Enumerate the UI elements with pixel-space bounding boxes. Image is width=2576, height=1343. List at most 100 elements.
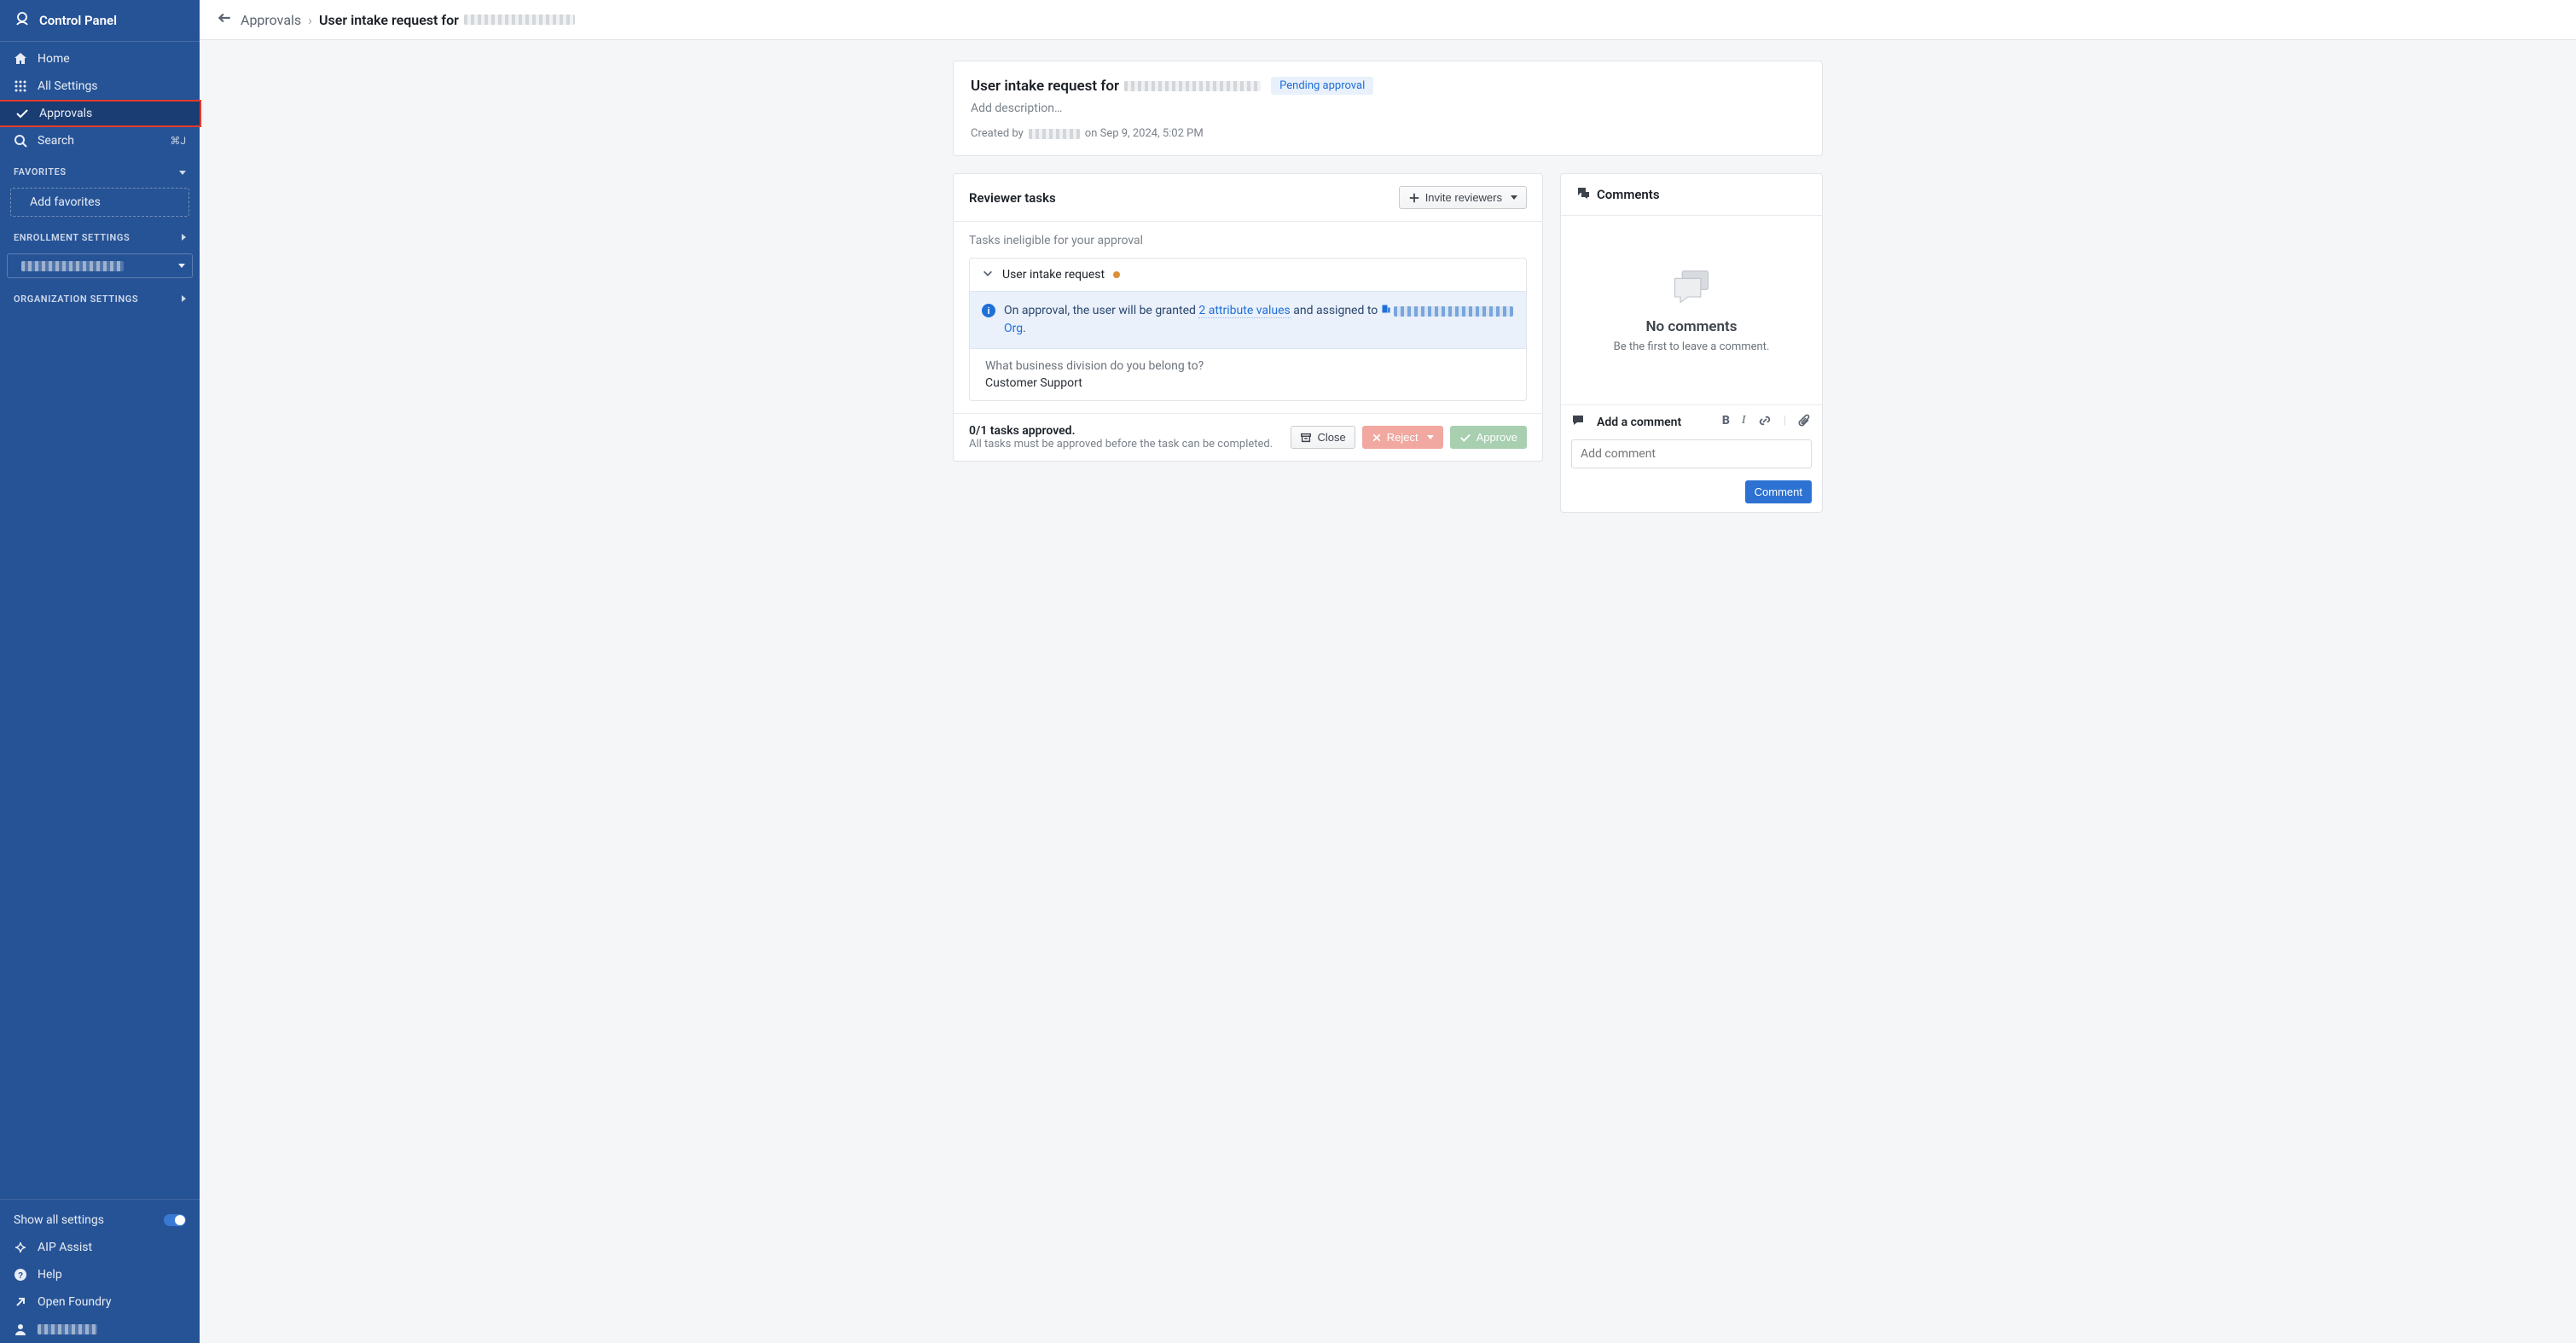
nav-open-foundry[interactable]: Open Foundry xyxy=(0,1288,200,1316)
enrollment-title: ENROLLMENT SETTINGS xyxy=(14,232,130,243)
reject-label: Reject xyxy=(1387,431,1419,444)
add-comment-label: Add a comment xyxy=(1597,416,1681,429)
help-icon: ? xyxy=(14,1268,27,1282)
brand: Control Panel xyxy=(0,0,200,42)
reject-button[interactable]: Reject xyxy=(1362,426,1443,449)
nav-user[interactable] xyxy=(0,1316,200,1343)
created-user-redacted xyxy=(1029,129,1080,139)
plus-icon xyxy=(1408,192,1420,204)
nav-home-label: Home xyxy=(38,52,70,66)
attachment-icon[interactable] xyxy=(1798,414,1812,431)
comments-empty-sub: Be the first to leave a comment. xyxy=(1614,340,1770,353)
add-favorites-label: Add favorites xyxy=(30,195,101,209)
nav-search-label: Search xyxy=(38,134,74,148)
nav-all-settings[interactable]: All Settings xyxy=(0,73,200,100)
comments-card: Comments No comments Be the first to lea… xyxy=(1560,173,1823,513)
nav-search[interactable]: Search ⌘J xyxy=(0,127,200,154)
nav-approvals[interactable]: Approvals xyxy=(0,100,201,127)
org-selector-label-redacted xyxy=(21,261,124,271)
approved-sub: All tasks must be approved before the ta… xyxy=(969,438,1273,451)
page-title: User intake request for xyxy=(971,78,1261,95)
banner-prefix: On approval, the user will be granted xyxy=(1004,304,1196,317)
comments-empty-icon xyxy=(1669,267,1714,308)
chevron-down-icon xyxy=(1511,195,1517,200)
status-badge: Pending approval xyxy=(1271,77,1373,95)
info-icon: i xyxy=(982,304,995,338)
comments-header: Comments xyxy=(1561,174,1822,216)
attribute-values-link[interactable]: 2 attribute values xyxy=(1198,304,1290,318)
comment-submit-button[interactable]: Comment xyxy=(1745,480,1812,503)
main: Approvals › User intake request for User… xyxy=(200,0,2576,1343)
breadcrumb: Approvals › User intake request for xyxy=(241,12,575,28)
task-info-banner: i On approval, the user will be granted … xyxy=(970,291,1526,349)
nav-approvals-label: Approvals xyxy=(39,107,92,120)
chevron-down-icon xyxy=(1427,435,1434,439)
task-footer: 0/1 tasks approved. All tasks must be ap… xyxy=(954,413,1542,461)
approved-status: 0/1 tasks approved. xyxy=(969,424,1076,438)
comments-icon xyxy=(1576,186,1590,203)
page-title-redacted xyxy=(1124,81,1261,91)
ineligible-label: Tasks ineligible for your approval xyxy=(969,234,1527,247)
organization-header[interactable]: ORGANIZATION SETTINGS xyxy=(0,282,200,311)
breadcrumb-approvals[interactable]: Approvals xyxy=(241,12,301,28)
bold-icon[interactable]: B xyxy=(1722,414,1730,431)
show-all-settings-row: Show all settings i xyxy=(0,1206,200,1234)
enrollment-header[interactable]: ENROLLMENT SETTINGS xyxy=(0,220,200,250)
nav-search-shortcut: ⌘J xyxy=(170,135,186,147)
nav-user-label-redacted xyxy=(38,1324,97,1334)
chevron-down-icon xyxy=(175,261,185,270)
question-block: What business division do you belong to?… xyxy=(970,349,1526,400)
breadcrumb-separator-icon: › xyxy=(308,12,312,28)
approve-button[interactable]: Approve xyxy=(1450,426,1527,449)
page-header-card: User intake request for Pending approval… xyxy=(953,61,1823,156)
link-icon[interactable] xyxy=(1758,414,1772,431)
comment-submit-label: Comment xyxy=(1755,485,1802,498)
invite-reviewers-label: Invite reviewers xyxy=(1425,191,1502,204)
check-icon xyxy=(15,107,29,120)
italic-icon[interactable]: I xyxy=(1742,414,1746,431)
chevron-down-icon xyxy=(176,166,186,177)
nav-aip-assist[interactable]: AIP Assist xyxy=(0,1234,200,1261)
task-card: User intake request i On approval, the u… xyxy=(969,258,1527,401)
org-selector[interactable] xyxy=(7,253,193,278)
comment-input[interactable] xyxy=(1571,439,1812,468)
show-all-settings-toggle[interactable] xyxy=(164,1214,186,1226)
sparkle-icon xyxy=(14,1241,27,1254)
reviewer-tasks-header: Reviewer tasks Invite reviewers xyxy=(954,174,1542,222)
answer-text: Customer Support xyxy=(985,376,1511,390)
task-head[interactable]: User intake request xyxy=(970,259,1526,291)
description-placeholder[interactable]: Add description… xyxy=(971,102,1805,115)
user-icon xyxy=(14,1323,27,1336)
nav-home[interactable]: Home xyxy=(0,45,200,73)
topbar: Approvals › User intake request for xyxy=(200,0,2576,40)
brand-title: Control Panel xyxy=(39,13,117,28)
favorites-title: FAVORITES xyxy=(14,166,67,177)
nav-help[interactable]: ? Help xyxy=(0,1261,200,1288)
svg-text:?: ? xyxy=(18,1271,23,1281)
back-icon[interactable] xyxy=(217,10,232,29)
favorites-header[interactable]: FAVORITES xyxy=(0,154,200,184)
comments-title: Comments xyxy=(1597,187,1660,202)
close-button[interactable]: Close xyxy=(1291,426,1355,449)
reviewer-tasks-body: Tasks ineligible for your approval User … xyxy=(954,222,1542,413)
chevron-down-icon xyxy=(982,267,994,282)
chevron-right-icon xyxy=(182,232,186,243)
brand-logo-icon xyxy=(14,10,31,31)
nav-help-label: Help xyxy=(38,1268,62,1282)
nav: Home All Settings Approvals Search ⌘J xyxy=(0,42,200,154)
banner-text: On approval, the user will be granted 2 … xyxy=(1004,302,1514,338)
invite-reviewers-button[interactable]: Invite reviewers xyxy=(1399,186,1527,209)
banner-dot: . xyxy=(1023,322,1026,335)
organization-title: ORGANIZATION SETTINGS xyxy=(14,294,138,305)
search-icon xyxy=(14,134,27,148)
reviewer-tasks-card: Reviewer tasks Invite reviewers Tasks in xyxy=(953,173,1543,462)
add-favorites-button[interactable]: Add favorites xyxy=(10,188,189,217)
nav-open-foundry-label: Open Foundry xyxy=(38,1295,112,1309)
home-icon xyxy=(14,52,27,66)
compose-toolbar: Add a comment B I | xyxy=(1571,414,1812,431)
building-icon xyxy=(1381,304,1394,317)
task-title: User intake request xyxy=(1002,268,1105,282)
breadcrumb-current-redacted xyxy=(464,15,575,25)
sidebar: Control Panel Home All Settings Approval… xyxy=(0,0,200,1343)
breadcrumb-current-prefix: User intake request for xyxy=(319,12,459,28)
